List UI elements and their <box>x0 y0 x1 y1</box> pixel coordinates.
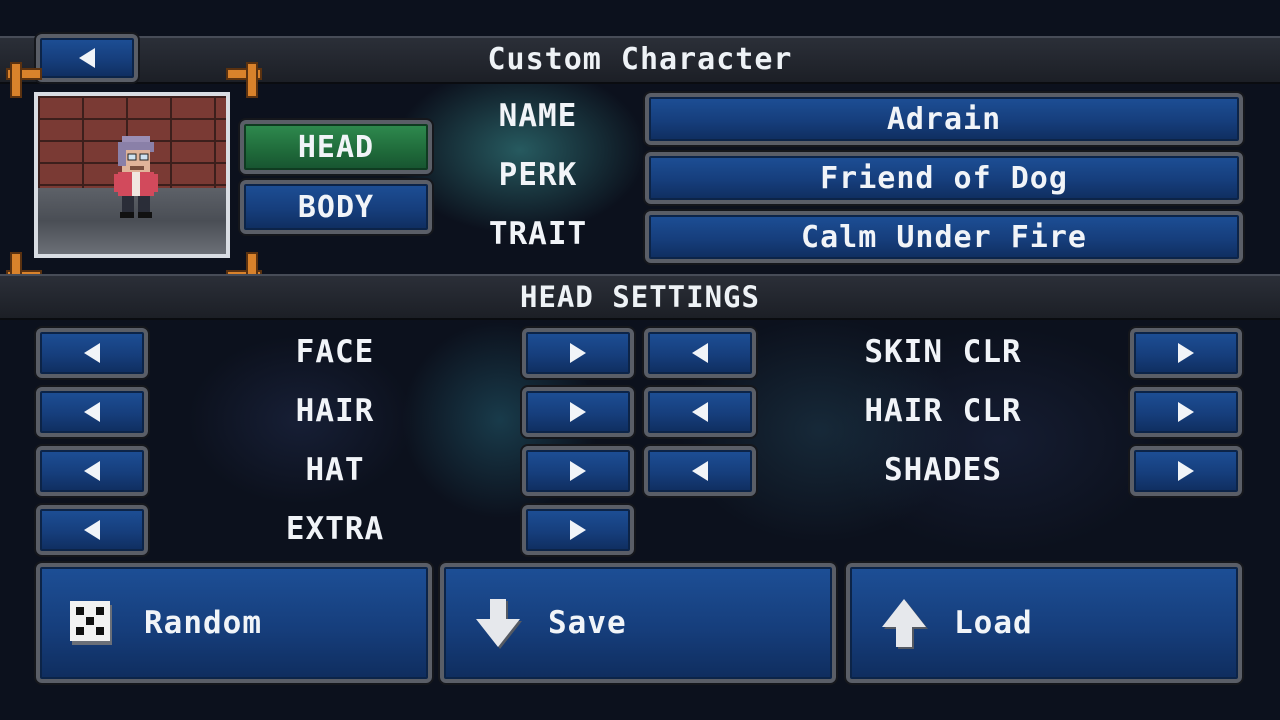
name-field[interactable]: Adrain <box>645 93 1243 145</box>
extra-next-button[interactable] <box>522 505 634 555</box>
left-arrow-icon <box>692 343 708 363</box>
trait-value: Calm Under Fire <box>801 219 1087 255</box>
tab-body[interactable]: BODY <box>240 180 432 234</box>
down-arrow-icon <box>476 599 522 649</box>
hair-color-next-button[interactable] <box>1130 387 1242 437</box>
tab-head-label: HEAD <box>297 129 375 165</box>
left-arrow-icon <box>84 402 100 422</box>
character-portrait <box>34 92 230 258</box>
shades-prev-button[interactable] <box>644 446 756 496</box>
left-arrow-icon <box>84 343 100 363</box>
hair-color-label: HAIR CLR <box>864 393 1022 429</box>
right-arrow-icon <box>570 520 586 540</box>
face-next-button[interactable] <box>522 328 634 378</box>
back-button[interactable] <box>36 34 138 82</box>
hat-label: HAT <box>305 452 365 488</box>
dice-icon <box>70 601 112 645</box>
right-arrow-icon <box>1178 461 1194 481</box>
extra-prev-button[interactable] <box>36 505 148 555</box>
skin-color-prev-button[interactable] <box>644 328 756 378</box>
skin-color-label: SKIN CLR <box>864 334 1022 370</box>
section-title: HEAD SETTINGS <box>520 280 760 314</box>
hat-next-button[interactable] <box>522 446 634 496</box>
section-header: HEAD SETTINGS <box>0 274 1280 320</box>
hair-prev-button[interactable] <box>36 387 148 437</box>
name-label: NAME <box>498 98 578 134</box>
character-sprite <box>114 136 158 218</box>
right-arrow-icon <box>570 343 586 363</box>
trait-label: TRAIT <box>488 216 588 252</box>
save-label: Save <box>548 605 627 641</box>
up-arrow-icon <box>882 599 928 649</box>
back-arrow-icon <box>79 48 95 68</box>
right-arrow-icon <box>1178 402 1194 422</box>
random-button[interactable]: Random <box>36 563 432 683</box>
frame-corner-icon <box>226 62 262 98</box>
shades-next-button[interactable] <box>1130 446 1242 496</box>
perk-value: Friend of Dog <box>820 160 1068 196</box>
frame-corner-icon <box>6 62 42 98</box>
page-title: Custom Character <box>487 42 793 77</box>
load-button[interactable]: Load <box>846 563 1242 683</box>
name-value: Adrain <box>886 101 1002 137</box>
load-label: Load <box>954 605 1033 641</box>
hair-label: HAIR <box>295 393 375 429</box>
right-arrow-icon <box>1178 343 1194 363</box>
left-arrow-icon <box>84 520 100 540</box>
left-arrow-icon <box>692 461 708 481</box>
tab-head[interactable]: HEAD <box>240 120 432 174</box>
hair-color-prev-button[interactable] <box>644 387 756 437</box>
face-label: FACE <box>295 334 375 370</box>
skin-color-next-button[interactable] <box>1130 328 1242 378</box>
hair-next-button[interactable] <box>522 387 634 437</box>
random-label: Random <box>144 605 262 641</box>
right-arrow-icon <box>570 402 586 422</box>
face-prev-button[interactable] <box>36 328 148 378</box>
perk-field[interactable]: Friend of Dog <box>645 152 1243 204</box>
left-arrow-icon <box>84 461 100 481</box>
title-bar: Custom Character <box>0 36 1280 84</box>
left-arrow-icon <box>692 402 708 422</box>
trait-field[interactable]: Calm Under Fire <box>645 211 1243 263</box>
right-arrow-icon <box>570 461 586 481</box>
perk-label: PERK <box>498 157 578 193</box>
extra-label: EXTRA <box>285 511 385 547</box>
hat-prev-button[interactable] <box>36 446 148 496</box>
tab-body-label: BODY <box>297 189 375 225</box>
shades-label: SHADES <box>884 452 1002 488</box>
save-button[interactable]: Save <box>440 563 836 683</box>
